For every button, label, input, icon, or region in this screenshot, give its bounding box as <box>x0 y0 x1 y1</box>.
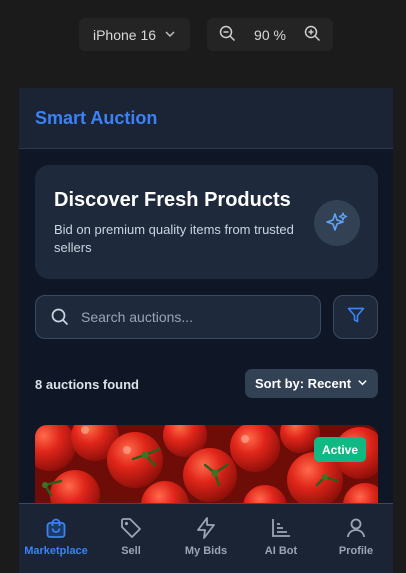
search-icon <box>51 308 69 326</box>
hero-title: Discover Fresh Products <box>54 189 291 211</box>
nav-label: Sell <box>121 545 141 557</box>
zoom-control: 90 % <box>207 18 333 51</box>
nav-item-profile[interactable]: Profile <box>319 504 393 573</box>
sort-label: Sort by: Recent <box>254 376 352 391</box>
device-select[interactable]: iPhone 16 <box>79 18 190 51</box>
filter-button[interactable] <box>333 295 378 339</box>
app-title[interactable]: Smart Auction <box>35 108 157 129</box>
search-input[interactable] <box>79 308 303 326</box>
hero-subtitle: Bid on premium quality items from truste… <box>54 222 294 255</box>
sparkles-icon[interactable] <box>314 200 360 246</box>
zoom-level: 90 % <box>254 26 286 43</box>
status-badge: Active <box>314 437 366 462</box>
nav-label: Marketplace <box>24 545 88 557</box>
lightning-icon <box>194 516 218 540</box>
nav-item-sell[interactable]: Sell <box>94 504 168 573</box>
chart-icon <box>269 516 293 540</box>
nav-label: AI Bot <box>264 545 298 557</box>
sort-dropdown[interactable]: Sort by: Recent <box>245 369 378 398</box>
nav-item-my-bids[interactable]: My Bids <box>169 504 243 573</box>
bottom-nav: Marketplace Sell My Bids AI Bot Profile <box>19 503 393 573</box>
tag-icon <box>119 516 143 540</box>
results-count: 8 auctions found <box>35 377 139 392</box>
nav-label: Profile <box>338 545 374 557</box>
chevron-down-icon <box>357 376 368 391</box>
nav-item-marketplace[interactable]: Marketplace <box>19 504 93 573</box>
preview-toolbar: iPhone 16 90 % <box>0 0 406 70</box>
shopping-bag-icon <box>44 516 68 540</box>
search-bar <box>35 295 321 339</box>
filter-icon <box>346 305 366 330</box>
nav-label: My Bids <box>184 545 228 557</box>
user-icon <box>344 516 368 540</box>
nav-item-ai-bot[interactable]: AI Bot <box>244 504 318 573</box>
chevron-down-icon <box>164 27 176 43</box>
zoom-out-icon[interactable] <box>219 25 236 45</box>
zoom-in-icon[interactable] <box>304 25 321 45</box>
hero-banner: Discover Fresh Products Bid on premium q… <box>35 165 378 279</box>
phone-screen: Smart Auction Discover Fresh Products Bi… <box>19 88 393 573</box>
app-header: Smart Auction <box>19 88 393 149</box>
device-label: iPhone 16 <box>92 26 157 43</box>
